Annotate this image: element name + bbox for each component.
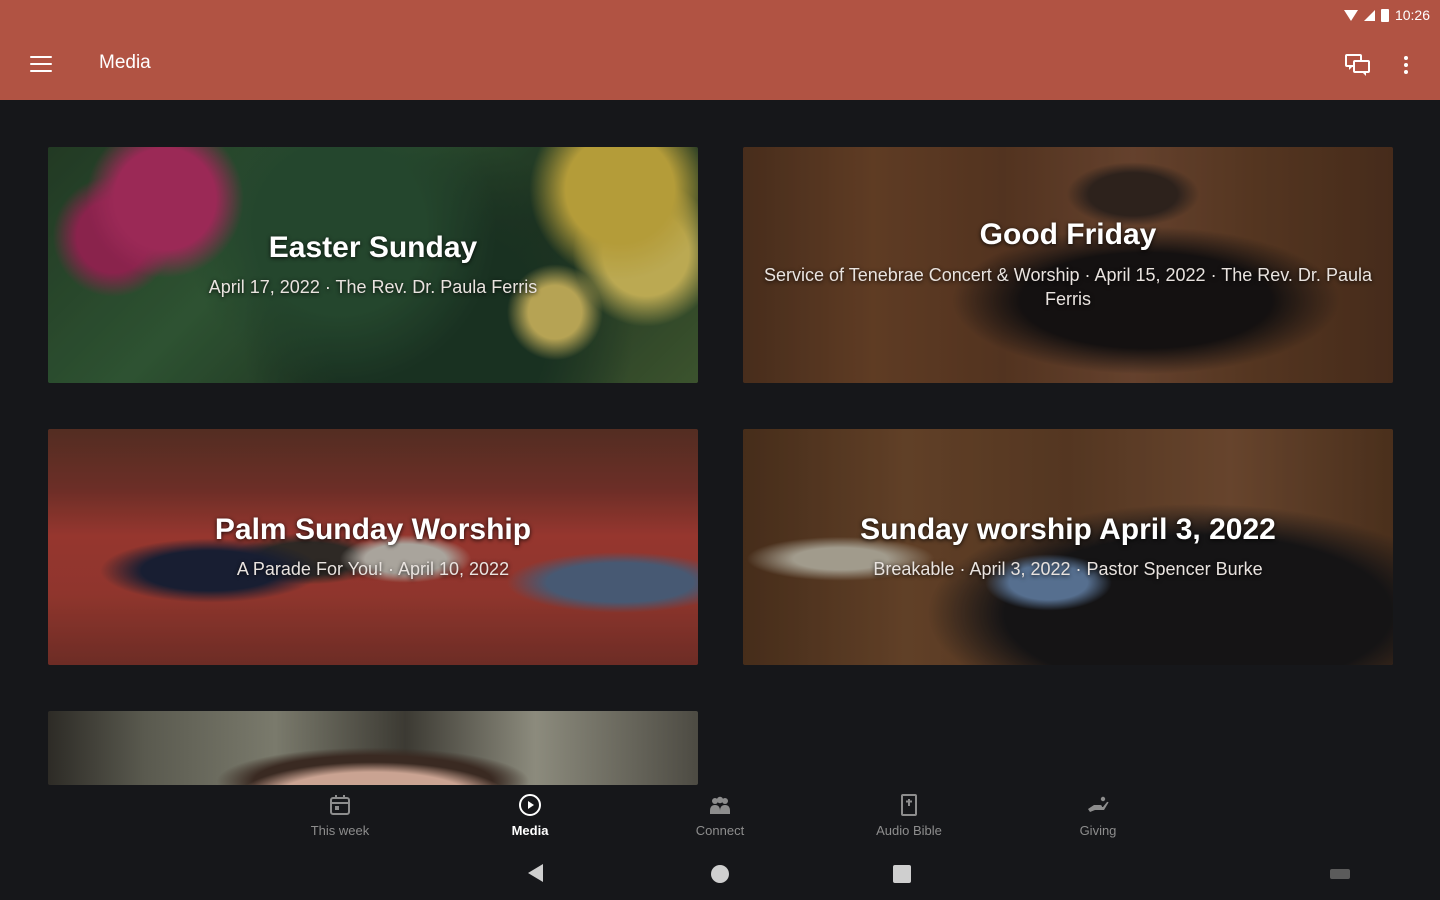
media-thumbnail	[48, 711, 698, 785]
people-icon	[710, 796, 730, 814]
nav-label: This week	[310, 823, 370, 838]
nav-item-connect[interactable]: Connect	[665, 793, 775, 843]
back-icon[interactable]	[528, 864, 543, 882]
more-options-icon[interactable]	[1396, 52, 1416, 78]
chat-icon[interactable]	[1344, 52, 1372, 78]
nav-label: Audio Bible	[876, 823, 942, 838]
nav-item-media[interactable]: Media	[475, 793, 585, 843]
status-bar: 10:26	[0, 0, 1440, 30]
app-bar: Media	[0, 30, 1440, 100]
media-card-april-3[interactable]: Sunday worship April 3, 2022 Breakable ·…	[743, 429, 1393, 665]
nav-label: Media	[511, 823, 549, 838]
nav-label: Giving	[1079, 823, 1117, 838]
bible-icon	[901, 794, 917, 816]
bottom-navigation: This week Media Connect Audio Bible Givi…	[0, 785, 1440, 845]
home-icon[interactable]	[711, 865, 729, 883]
recent-apps-icon[interactable]	[893, 865, 911, 883]
signal-icon	[1363, 9, 1375, 21]
menu-icon[interactable]	[28, 54, 54, 74]
media-subtitle: April 17, 2022 · The Rev. Dr. Paula Ferr…	[208, 277, 538, 298]
nav-item-giving[interactable]: Giving	[1043, 793, 1153, 843]
media-title: Sunday worship April 3, 2022	[860, 512, 1276, 546]
giving-hand-icon	[1088, 796, 1109, 812]
battery-icon	[1380, 8, 1389, 22]
wifi-icon	[1343, 9, 1358, 21]
nav-label: Connect	[695, 823, 745, 838]
media-card-good-friday[interactable]: Good Friday Service of Tenebrae Concert …	[743, 147, 1393, 383]
media-title: Easter Sunday	[268, 230, 478, 264]
keyboard-icon[interactable]	[1330, 869, 1350, 879]
nav-item-this-week[interactable]: This week	[285, 793, 395, 843]
page-title: Media	[99, 52, 151, 73]
media-title: Palm Sunday Worship	[214, 512, 532, 546]
status-time: 10:26	[1394, 7, 1430, 23]
media-subtitle: A Parade For You! · April 10, 2022	[236, 559, 510, 580]
nav-item-audio-bible[interactable]: Audio Bible	[854, 793, 964, 843]
system-navigation-bar	[0, 845, 1440, 900]
calendar-icon	[330, 795, 350, 815]
media-card-easter-sunday[interactable]: Easter Sunday April 17, 2022 · The Rev. …	[48, 147, 698, 383]
media-subtitle: Service of Tenebrae Concert & Worship · …	[764, 264, 1372, 310]
media-subtitle: Breakable · April 3, 2022 · Pastor Spenc…	[873, 559, 1263, 580]
media-card-palm-sunday[interactable]: Palm Sunday Worship A Parade For You! · …	[48, 429, 698, 665]
media-title: Good Friday	[979, 218, 1157, 252]
play-circle-icon	[519, 794, 541, 816]
media-card-partial[interactable]	[48, 711, 698, 785]
